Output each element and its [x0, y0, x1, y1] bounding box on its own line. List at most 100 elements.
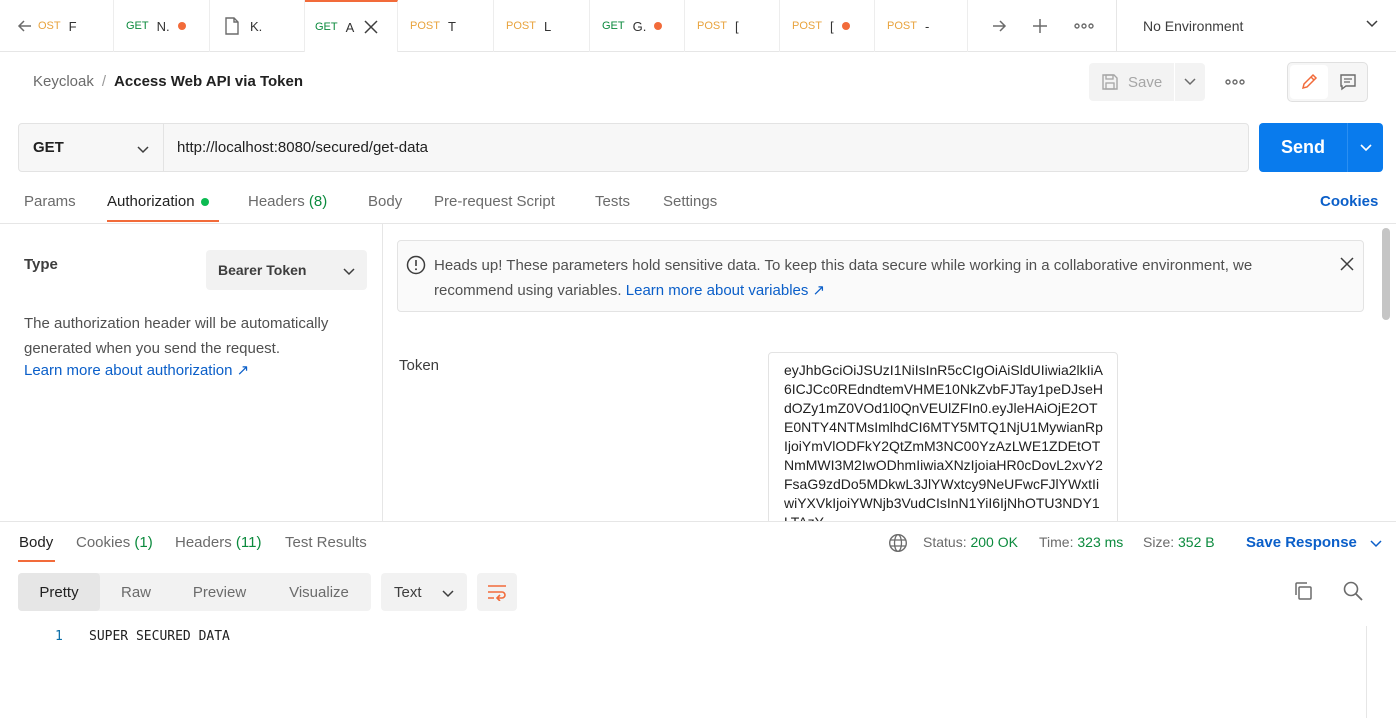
request-tab[interactable]: OST F: [34, 0, 114, 52]
learn-more-authorization-link[interactable]: Learn more about authorization ↗: [24, 361, 249, 379]
tab-headers[interactable]: Headers (8): [248, 193, 327, 210]
tab-settings[interactable]: Settings: [663, 193, 717, 210]
token-input[interactable]: eyJhbGciOiJSUzI1NiIsInR5cCIgOiAiSldUIiwi…: [768, 352, 1118, 527]
tab-method: GET: [602, 20, 625, 32]
line-number: 1: [55, 629, 63, 644]
tab-authorization-label: Authorization: [107, 193, 195, 210]
request-tab[interactable]: POST [: [780, 0, 875, 52]
tab-method: OST: [38, 20, 61, 32]
tab-name: [: [829, 18, 834, 34]
status-value: 200 OK: [970, 534, 1018, 550]
sensitive-data-alert: Heads up! These parameters hold sensitiv…: [397, 240, 1364, 312]
tab-name: A: [345, 19, 355, 35]
response-status: Status: 200 OK: [923, 534, 1018, 550]
edit-pencil-icon[interactable]: [1290, 65, 1328, 99]
time-value: 323 ms: [1077, 534, 1124, 550]
save-button[interactable]: Save: [1089, 63, 1174, 101]
url-input[interactable]: http://localhost:8080/secured/get-data: [177, 124, 428, 171]
request-more-icon[interactable]: [1222, 70, 1248, 94]
active-tab-underline: [107, 220, 219, 222]
view-raw[interactable]: Raw: [100, 573, 172, 611]
size-label: Size:: [1143, 534, 1175, 550]
request-title[interactable]: Access Web API via Token: [114, 73, 303, 90]
breadcrumb: Keycloak / Access Web API via Token: [33, 73, 303, 90]
breadcrumb-collection[interactable]: Keycloak: [33, 73, 94, 90]
cookies-link[interactable]: Cookies: [1320, 193, 1378, 210]
request-tab[interactable]: K.: [210, 0, 305, 52]
close-tab-icon[interactable]: [364, 20, 378, 34]
response-tab-headers[interactable]: Headers (11): [175, 534, 261, 551]
wrap-lines-icon[interactable]: [477, 573, 517, 611]
type-label: Type: [24, 256, 58, 273]
request-tabs: Params Authorization Headers (8) Body Pr…: [0, 180, 1396, 224]
request-tab[interactable]: POST -: [875, 0, 968, 52]
globe-icon[interactable]: [888, 533, 908, 556]
method-selector[interactable]: GET: [19, 124, 164, 171]
breadcrumb-separator: /: [101, 73, 107, 90]
tab-name: N.: [156, 18, 170, 34]
response-body-text[interactable]: SUPER SECURED DATA: [89, 629, 230, 644]
send-button[interactable]: Send: [1259, 123, 1347, 172]
request-tab[interactable]: POST L: [494, 0, 590, 52]
response-format-select[interactable]: Text: [381, 573, 467, 611]
tab-method: POST: [792, 20, 822, 32]
save-icon: [1101, 73, 1119, 91]
tab-prerequest-script[interactable]: Pre-request Script: [434, 193, 555, 210]
tab-method: POST: [410, 20, 440, 32]
response-headers-count: (11): [235, 534, 262, 551]
request-tab[interactable]: GET G.: [590, 0, 685, 52]
send-options-button[interactable]: [1347, 123, 1383, 172]
tab-options-more-icon[interactable]: [1071, 13, 1097, 39]
request-tab-active[interactable]: GET A: [305, 0, 398, 52]
tab-body[interactable]: Body: [368, 193, 402, 210]
save-response-button[interactable]: Save Response: [1246, 534, 1382, 552]
token-label: Token: [399, 357, 440, 374]
time-label: Time:: [1039, 534, 1074, 550]
tab-tests[interactable]: Tests: [595, 193, 630, 210]
scroll-tabs-right-icon[interactable]: [986, 13, 1012, 39]
chevron-down-icon: [1184, 78, 1196, 86]
environment-selector[interactable]: No Environment: [1116, 0, 1396, 52]
chevron-down-icon: [343, 263, 355, 279]
tab-method: POST: [506, 20, 536, 32]
chevron-down-icon: [1366, 20, 1378, 28]
search-icon[interactable]: [1342, 580, 1364, 605]
response-cookies-count: (1): [134, 534, 153, 551]
format-value: Text: [394, 583, 422, 601]
unsaved-dot: [177, 22, 186, 30]
alert-message: Heads up! These parameters hold sensitiv…: [434, 253, 1324, 303]
response-tab-body[interactable]: Body: [19, 534, 53, 551]
tab-name: L: [543, 18, 552, 34]
info-alert-icon: [406, 255, 426, 278]
response-tab-cookies[interactable]: Cookies (1): [76, 534, 153, 551]
response-tab-test-results[interactable]: Test Results: [285, 534, 367, 551]
vertical-scrollbar[interactable]: [1382, 228, 1390, 320]
tab-method: POST: [697, 20, 727, 32]
response-time: Time: 323 ms: [1039, 534, 1123, 550]
new-tab-plus-icon[interactable]: [1027, 13, 1053, 39]
unsaved-dot: [654, 22, 663, 30]
request-tab[interactable]: POST T: [398, 0, 494, 52]
url-bar: GET http://localhost:8080/secured/get-da…: [18, 123, 1249, 172]
request-tab[interactable]: GET N.: [114, 0, 210, 52]
tab-authorization[interactable]: Authorization: [107, 193, 209, 210]
auth-type-value: Bearer Token: [218, 262, 307, 278]
chevron-down-icon: [442, 585, 454, 602]
save-options-button[interactable]: [1175, 63, 1205, 101]
comments-icon[interactable]: [1330, 65, 1366, 99]
view-visualize[interactable]: Visualize: [267, 573, 371, 611]
learn-more-variables-link[interactable]: Learn more about variables ↗: [626, 282, 825, 299]
copy-icon[interactable]: [1292, 580, 1314, 605]
tab-method: POST: [887, 20, 917, 32]
auth-type-panel: Type Bearer Token The authorization head…: [8, 224, 383, 521]
close-alert-icon[interactable]: [1339, 256, 1355, 275]
tab-name: -: [924, 18, 930, 34]
view-preview[interactable]: Preview: [172, 573, 267, 611]
request-tab[interactable]: POST [: [685, 0, 780, 52]
tab-name: G.: [632, 18, 647, 34]
view-pretty[interactable]: Pretty: [18, 573, 100, 611]
unsaved-dot: [841, 22, 850, 30]
tab-params[interactable]: Params: [24, 193, 76, 210]
auth-type-select[interactable]: Bearer Token: [206, 250, 367, 290]
environment-selected: No Environment: [1143, 18, 1244, 34]
